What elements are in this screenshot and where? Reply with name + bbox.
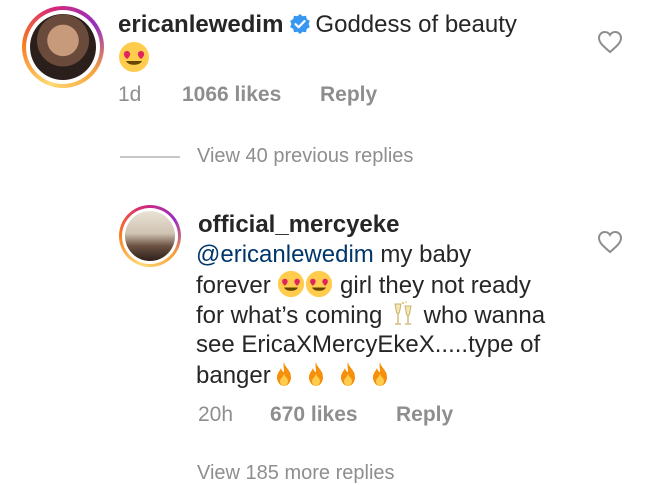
comment-1-reply-label: Reply xyxy=(320,83,378,106)
comment-2-text-part: forever xyxy=(196,272,278,299)
comment-2-text-part: my baby xyxy=(373,241,472,268)
comment-2-text-part: who wanna xyxy=(416,302,546,329)
fire-emoji-icon xyxy=(303,360,329,396)
comment-1-text: Goddess of beauty xyxy=(315,11,517,38)
comment-1-timestamp: 1d xyxy=(118,83,142,106)
comment-2-reply-label: Reply xyxy=(396,403,454,426)
comment-2-reply-button[interactable]: Reply xyxy=(396,403,453,427)
avatar-photo xyxy=(125,211,175,261)
comment-2-timestamp: 20h xyxy=(198,403,234,426)
thread-divider-line xyxy=(120,156,180,158)
comment-2-username[interactable]: official_mercyeke xyxy=(198,210,399,240)
fire-emoji-icon xyxy=(367,360,393,396)
verified-badge-icon xyxy=(289,12,311,44)
comment-2-line-1: @ericanlewedim my baby xyxy=(196,240,471,270)
fire-emoji-icon xyxy=(271,360,297,396)
comment-2-likes[interactable]: 670 likes xyxy=(270,403,358,427)
like-heart-icon[interactable] xyxy=(597,30,623,59)
avatar-ericanlewedim[interactable] xyxy=(22,6,104,88)
comment-2-text-part: girl they not ready xyxy=(333,272,531,299)
heart-eyes-emoji-icon xyxy=(118,41,150,78)
comment-2-text-part: banger xyxy=(196,362,271,389)
avatar-official-mercyeke[interactable] xyxy=(119,205,181,267)
comment-1-likes-label: 1066 likes xyxy=(182,83,282,106)
like-heart-icon[interactable] xyxy=(597,230,623,259)
comment-2-likes-label: 670 likes xyxy=(270,403,358,426)
comment-1-header: ericanlewedim Goddess of beauty xyxy=(118,9,517,44)
comment-2-line-4: see EricaXMercyEkeX.....type of xyxy=(196,331,541,358)
avatar-photo xyxy=(30,14,96,80)
comment-2-line-5: banger xyxy=(196,360,393,396)
comment-1-username[interactable]: ericanlewedim xyxy=(118,11,283,38)
fire-emoji-icon xyxy=(335,360,361,396)
comment-2-text-part: for what’s coming xyxy=(196,302,389,329)
comment-1-likes[interactable]: 1066 likes xyxy=(182,83,281,107)
comment-1-reply-button[interactable]: Reply xyxy=(320,83,377,107)
mention-link[interactable]: @ericanlewedim xyxy=(196,241,374,268)
view-previous-replies-link[interactable]: View 40 previous replies xyxy=(197,145,413,168)
